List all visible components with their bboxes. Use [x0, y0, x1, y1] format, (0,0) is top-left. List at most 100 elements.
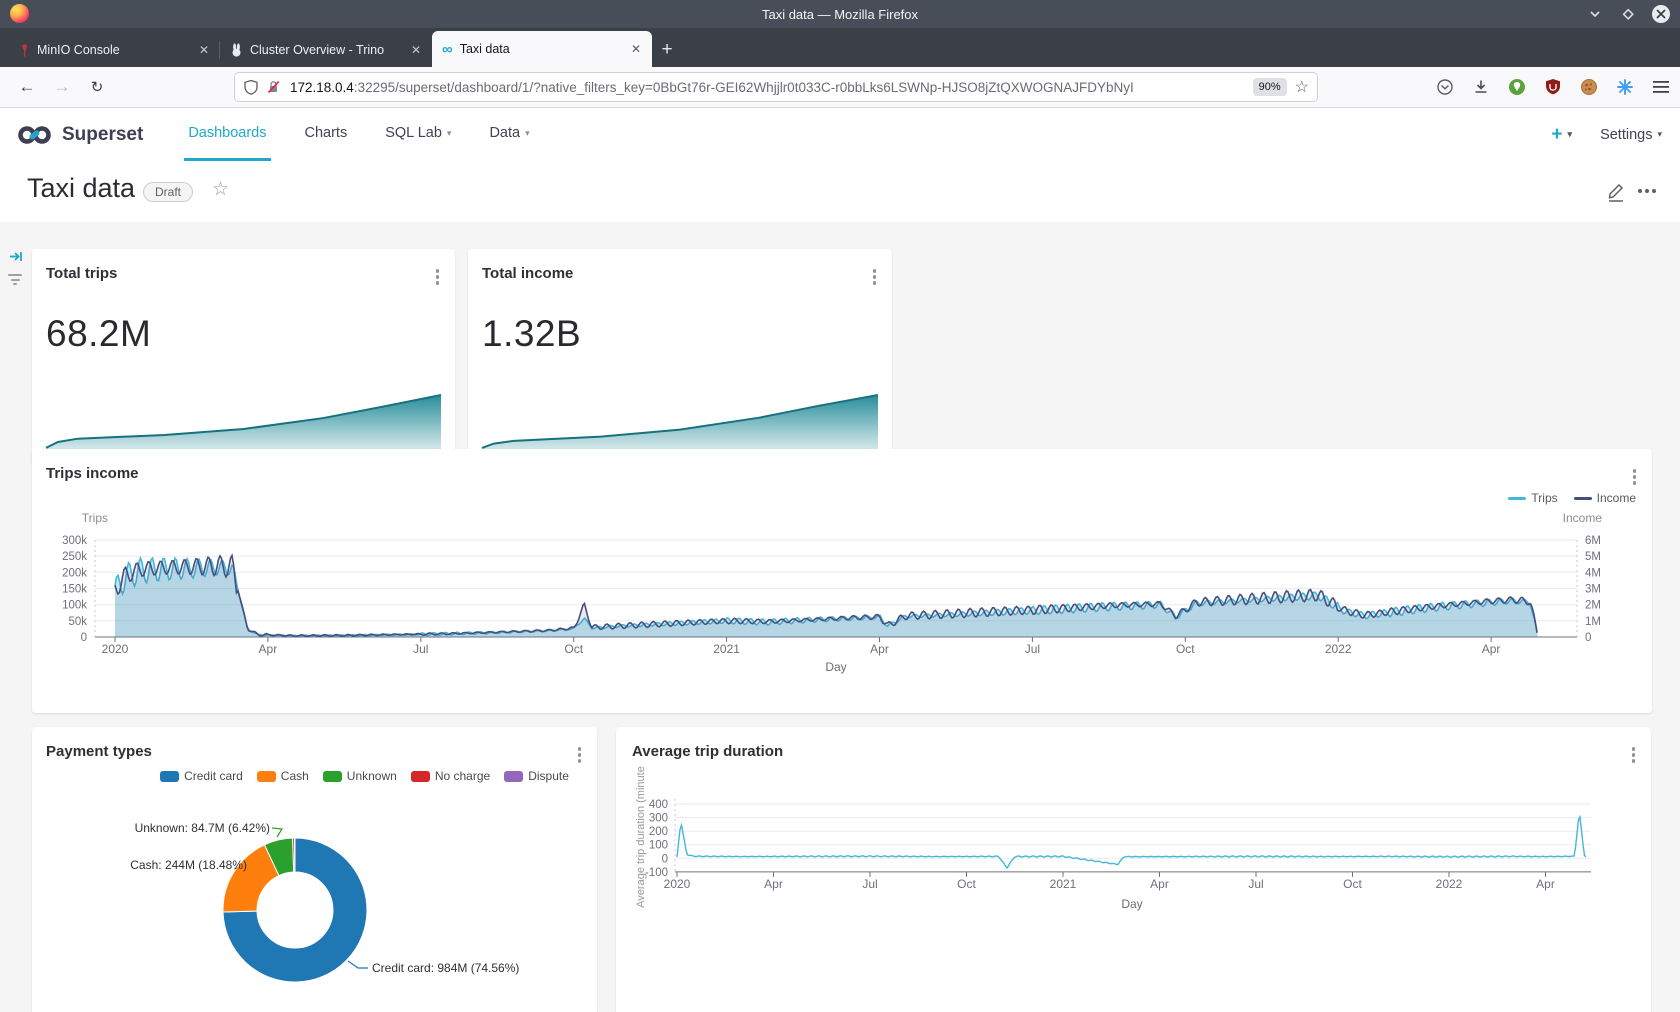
insecure-lock-icon[interactable] — [266, 79, 282, 95]
axis-tick-label: Apr — [1536, 877, 1555, 891]
multi-account-containers-icon[interactable] — [1616, 78, 1634, 96]
axis-tick-label: 250k — [62, 551, 87, 563]
tab-taxi-data[interactable]: ∞ Taxi data ✕ — [432, 31, 652, 67]
window-controls — [1586, 0, 1670, 28]
tab-close-icon[interactable]: ✕ — [408, 43, 424, 57]
chevron-down-icon: ▾ — [525, 128, 530, 139]
nav-data[interactable]: Data▾ — [485, 108, 533, 161]
superset-favicon-icon: ∞ — [442, 42, 453, 57]
nav-dashboards[interactable]: Dashboards — [184, 108, 270, 161]
new-item-button[interactable]: +▾ — [1551, 124, 1572, 146]
x-axis-title: Day — [1102, 897, 1162, 911]
axis-tick-label: 50k — [68, 616, 87, 628]
axis-tick-label: 300 — [649, 813, 668, 825]
bookmark-star-icon[interactable]: ☆ — [1295, 77, 1309, 97]
tab-trino[interactable]: Cluster Overview - Trino ✕ — [220, 33, 432, 67]
axis-tick-label: 200 — [649, 826, 668, 838]
axis-tick-label: 2022 — [1436, 877, 1463, 891]
edit-dashboard-icon[interactable] — [1606, 181, 1626, 208]
axis-tick-label: Apr — [764, 877, 783, 891]
axis-tick-label: 0 — [81, 632, 87, 644]
browser-toolbar: ← → ↻ 172.18.0.4:32295/superset/dashboar… — [0, 67, 1680, 108]
trino-bunny-icon — [230, 43, 243, 58]
donut-label-leader — [348, 961, 368, 968]
axis-tick-label: Jul — [1248, 877, 1263, 891]
axis-tick-label: Oct — [1343, 877, 1362, 891]
url-bar[interactable]: 172.18.0.4:32295/superset/dashboard/1/?n… — [234, 72, 1318, 102]
minimize-icon[interactable] — [1586, 5, 1604, 23]
axis-tick-label: 5M — [1585, 551, 1601, 563]
nav-sql-lab[interactable]: SQL Lab▾ — [381, 108, 455, 161]
privacy-badger-icon[interactable] — [1508, 78, 1526, 96]
axis-tick-label: 2020 — [664, 877, 691, 891]
expand-filter-bar-icon[interactable] — [9, 250, 23, 268]
settings-menu[interactable]: Settings▾ — [1600, 127, 1662, 143]
new-tab-button[interactable]: + — [652, 33, 682, 67]
zoom-level-badge[interactable]: 90% — [1253, 78, 1287, 96]
axis-tick-label: 2022 — [1325, 642, 1352, 656]
back-button[interactable]: ← — [12, 67, 42, 107]
superset-header: Superset Dashboards Charts SQL Lab▾ Data… — [0, 108, 1680, 161]
tab-label: Taxi data — [460, 42, 628, 56]
url-host: 172.18.0.4 — [290, 80, 354, 95]
tab-label: MinIO Console — [37, 43, 196, 57]
downloads-icon[interactable] — [1472, 78, 1490, 96]
tab-label: Cluster Overview - Trino — [250, 43, 408, 57]
tab-minio-console[interactable]: MinIO Console ✕ — [8, 33, 220, 67]
header-right: +▾ Settings▾ — [1551, 124, 1662, 146]
maximize-icon[interactable] — [1619, 5, 1637, 23]
favorite-star-icon[interactable]: ☆ — [212, 178, 229, 201]
close-window-icon[interactable] — [1652, 5, 1670, 23]
toolbar-extensions — [1436, 67, 1670, 107]
forward-button[interactable]: → — [47, 67, 77, 107]
screen: Taxi data — Mozilla Firefox MinIO Consol… — [0, 0, 1680, 1012]
axis-tick-label: 6M — [1585, 535, 1601, 547]
avg-duration-plot[interactable]: 4003002001000-1002020AprJulOct2021AprJul… — [616, 727, 1651, 1012]
axis-tick-label: Apr — [1482, 642, 1501, 656]
card-avg-trip-duration: Average trip duration Average trip durat… — [616, 727, 1651, 1012]
more-options-icon[interactable] — [1638, 189, 1656, 193]
axis-tick-label: Jul — [862, 877, 877, 891]
brand-name: Superset — [62, 124, 143, 146]
big-number-value: 1.32B — [482, 313, 581, 355]
tab-bar: MinIO Console ✕ Cluster Overview - Trino… — [0, 28, 1680, 67]
pocket-icon[interactable] — [1436, 78, 1454, 96]
donut-label-credit-card: Credit card: 984M (74.56%) — [372, 961, 519, 975]
superset-infinity-icon — [16, 123, 54, 147]
window-titlebar: Taxi data — Mozilla Firefox — [0, 0, 1680, 28]
axis-tick-label: 2M — [1585, 600, 1601, 612]
x-axis-title: Day — [806, 660, 866, 674]
axis-tick-label: Jul — [1025, 642, 1040, 656]
filter-icon[interactable] — [8, 274, 22, 285]
axis-tick-label: 100k — [62, 600, 87, 612]
axis-tick-label: 2021 — [713, 642, 740, 656]
axis-tick-label: 1M — [1585, 616, 1601, 628]
nav-charts[interactable]: Charts — [301, 108, 352, 161]
axis-tick-label: Oct — [957, 877, 976, 891]
hamburger-menu-icon[interactable] — [1652, 78, 1670, 96]
axis-tick-label: 0 — [662, 853, 668, 865]
big-number-value: 68.2M — [46, 313, 151, 355]
chart-options-icon[interactable] — [871, 267, 879, 287]
axis-tick-label: Apr — [870, 642, 889, 656]
superset-logo[interactable]: Superset — [16, 123, 143, 147]
axis-tick-label: 100 — [649, 840, 668, 852]
card-total-trips: Total trips 68.2M — [32, 249, 455, 465]
donut-label-cash: Cash: 244M (18.48%) — [130, 858, 247, 872]
axis-tick-label: 2021 — [1050, 877, 1077, 891]
ublock-origin-icon[interactable] — [1544, 78, 1562, 96]
card-payment-types: Payment types Credit cardCashUnknownNo c… — [32, 727, 597, 1012]
axis-tick-label: 2020 — [102, 642, 129, 656]
axis-tick-label: Apr — [1150, 877, 1169, 891]
shield-icon[interactable] — [243, 79, 259, 96]
chart-title: Total trips — [46, 265, 117, 282]
chart-options-icon[interactable] — [434, 267, 442, 287]
tab-close-icon[interactable]: ✕ — [196, 43, 212, 57]
minio-flamingo-icon — [18, 43, 30, 58]
card-total-income: Total income 1.32B — [468, 249, 892, 465]
donut-label-leader — [272, 828, 282, 837]
reload-button[interactable]: ↻ — [82, 67, 112, 107]
url-path: :32295/superset/dashboard/1/?native_filt… — [354, 80, 1247, 95]
tab-close-icon[interactable]: ✕ — [628, 42, 644, 56]
cookie-manager-icon[interactable] — [1580, 78, 1598, 96]
